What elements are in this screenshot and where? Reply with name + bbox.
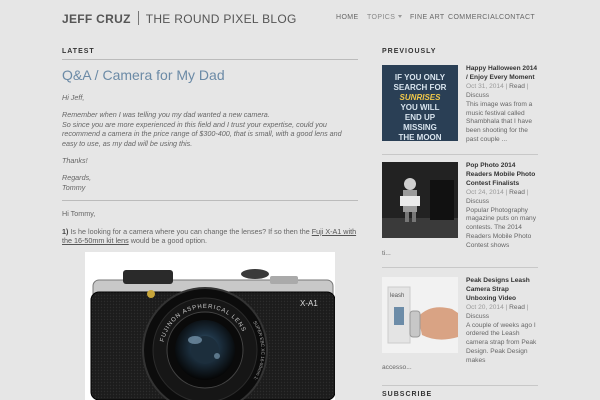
excerpt-overflow: ti... <box>382 250 391 257</box>
section-title-subscribe: SUBSCRIBE <box>382 391 433 398</box>
post-excerpt: Popular Photography magazine puts on man… <box>466 206 537 250</box>
letter-line: So since you are more experienced in thi… <box>62 119 342 148</box>
nav-topics[interactable]: TOPICS <box>367 14 410 21</box>
divider <box>382 267 538 268</box>
answer-paragraph: 1) Is he looking for a camera where you … <box>62 226 357 246</box>
post-title[interactable]: Pop Photo 2014 Readers Mobile Photo Cont… <box>466 162 538 189</box>
nav-home[interactable]: HOME <box>336 14 367 21</box>
section-title-previously: PREVIOUSLY <box>382 48 437 55</box>
leash-strap-image: leash <box>382 277 458 353</box>
site-header: JEFF CRUZ THE ROUND PIXEL BLOG HOME TOPIC… <box>0 0 600 38</box>
svg-text:leash: leash <box>390 293 404 299</box>
post-meta: Oct 31, 2014 | Read | <box>466 82 529 90</box>
read-link[interactable]: Read <box>509 304 525 311</box>
excerpt-overflow: accesso... <box>382 364 412 371</box>
divider <box>382 385 538 386</box>
answer: Hi Tommy, 1) Is he looking for a camera … <box>62 209 358 245</box>
post-summary: Happy Halloween 2014 / Enjoy Every Momen… <box>466 65 538 145</box>
post-thumbnail[interactable] <box>382 162 458 238</box>
divider <box>382 154 538 155</box>
site-brand[interactable]: JEFF CRUZ THE ROUND PIXEL BLOG <box>62 11 297 26</box>
post-title[interactable]: Q&A / Camera for My Dad <box>62 67 358 83</box>
letter-signature: Tommy <box>62 182 86 192</box>
sidebar: PREVIOUSLY IF YOU ONLY SEARCH FOR SUNRIS… <box>382 48 538 398</box>
author-name[interactable]: JEFF CRUZ <box>62 12 131 26</box>
letter-line: Remember when I was telling you my dad w… <box>62 110 270 120</box>
post-thumbnail[interactable]: leash <box>382 277 458 353</box>
accordion-player-image <box>382 162 458 238</box>
post-excerpt: A couple of weeks ago I ordered the Leas… <box>466 321 537 365</box>
nav-fine-art[interactable]: FINE ART <box>410 14 448 21</box>
post-meta: Oct 24, 2014 | Read | <box>466 188 529 196</box>
brand-divider <box>137 11 139 25</box>
section-title-latest: LATEST <box>62 48 358 60</box>
letter-regards: Regards, <box>62 173 92 183</box>
post-thumbnail[interactable]: IF YOU ONLY SEARCH FOR SUNRISES YOU WILL… <box>382 65 458 141</box>
post-summary: Pop Photo 2014 Readers Mobile Photo Cont… <box>466 162 538 251</box>
read-link[interactable]: Read <box>509 189 525 196</box>
nav-commercial[interactable]: COMMERCIAL <box>448 14 499 21</box>
divider <box>62 200 358 202</box>
main-column: LATEST Q&A / Camera for My Dad Hi Jeff, … <box>62 48 358 253</box>
nav-contact[interactable]: CONTACT <box>499 14 539 21</box>
main-nav: HOME TOPICS FINE ART COMMERCIAL CONTACT <box>336 14 539 21</box>
discuss-link[interactable]: Discuss <box>466 313 489 320</box>
discuss-link[interactable]: Discuss <box>466 92 489 99</box>
discuss-link[interactable]: Discuss <box>466 198 489 205</box>
blog-title[interactable]: THE ROUND PIXEL BLOG <box>146 12 297 26</box>
camera-model-text: X-A1 <box>300 299 318 308</box>
chevron-down-icon <box>398 15 403 18</box>
post-excerpt: This image was from a music festival cal… <box>466 100 533 144</box>
camera-photo: X-A1 FUJINON ASPHERICAL LENS SUPER EBC X… <box>85 252 335 400</box>
letter-greeting: Hi Jeff, <box>62 93 85 102</box>
post-title[interactable]: Happy Halloween 2014 / Enjoy Every Momen… <box>466 65 538 83</box>
letter-thanks: Thanks! <box>62 156 88 166</box>
thumbnail-quote: IF YOU ONLY SEARCH FOR SUNRISES YOU WILL… <box>393 73 447 141</box>
question-letter: Hi Jeff, Remember when I was telling you… <box>62 93 358 192</box>
post-title[interactable]: Peak Designs Leash Camera Strap Unboxing… <box>466 277 538 304</box>
read-link[interactable]: Read <box>509 83 525 90</box>
answer-greeting: Hi Tommy, <box>62 209 96 219</box>
camera-illustration: X-A1 FUJINON ASPHERICAL LENS SUPER EBC X… <box>85 252 335 400</box>
post-summary: Peak Designs Leash Camera Strap Unboxing… <box>466 277 538 366</box>
post-meta: Oct 20, 2014 | Read | <box>466 303 529 311</box>
